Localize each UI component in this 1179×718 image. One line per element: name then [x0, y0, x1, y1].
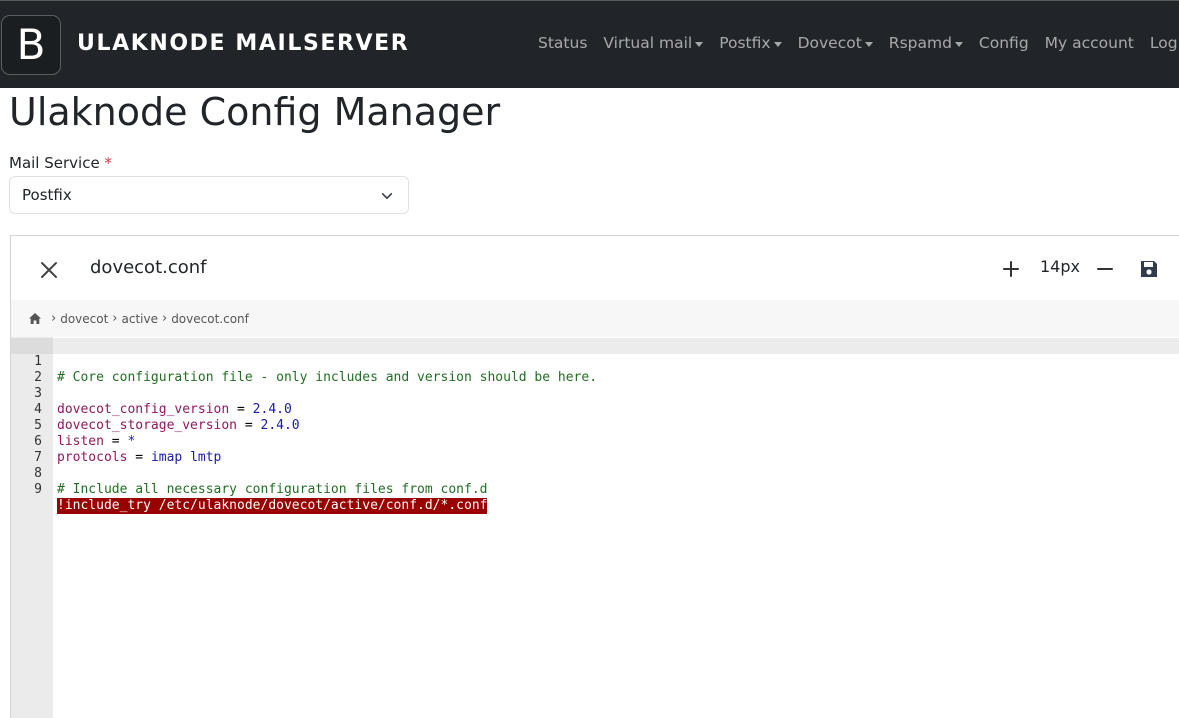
mail-service-select[interactable]: Postfix	[9, 176, 409, 214]
chevron-right-icon: ›	[112, 311, 118, 326]
plus-icon[interactable]	[1001, 259, 1021, 279]
code-error-highlight: !include_try /etc/ulaknode/dovecot/activ…	[57, 498, 488, 514]
code-editor[interactable]: 1 # Core configuration file - only inclu…	[11, 337, 1179, 718]
nav-my-account-label: My account	[1044, 34, 1134, 52]
caret-down-icon	[954, 41, 963, 47]
code-line[interactable]: 4 dovecot_storage_version = 2.4.0	[11, 386, 299, 433]
code-key: dovecot_storage_version	[57, 418, 238, 433]
code-value: 2.4.0	[260, 418, 300, 433]
code-line[interactable]: 8 # Include all necessary configuration …	[11, 450, 487, 497]
nav-config[interactable]: Config	[979, 34, 1029, 52]
code-line[interactable]: 6 protocols = imap lmtp	[11, 418, 221, 465]
code-key: listen	[57, 434, 104, 449]
save-icon[interactable]	[1138, 258, 1160, 280]
nav-postfix[interactable]: Postfix	[719, 34, 782, 52]
nav-log-out-label: Log out	[1149, 34, 1179, 52]
code-key: protocols	[57, 450, 128, 465]
code-line[interactable]: 3 dovecot_config_version = 2.4.0	[11, 370, 292, 417]
code-value: 2.4.0	[252, 402, 292, 417]
mail-service-selected-value: Postfix	[22, 186, 72, 204]
code-line[interactable]: 1 # Core configuration file - only inclu…	[11, 338, 597, 385]
nav-log-out[interactable]: Log out	[1150, 34, 1179, 52]
active-line-highlight	[53, 338, 1179, 354]
code-operator: =	[237, 418, 261, 433]
code-value: imap lmtp	[150, 450, 222, 465]
nav-rspamd-label: Rspamd	[888, 34, 952, 52]
nav-status-label: Status	[538, 34, 588, 52]
code-value: *	[127, 434, 136, 449]
chevron-right-icon: ›	[51, 311, 57, 326]
code-text: protocols = imap lmtp	[57, 450, 221, 466]
nav-dovecot[interactable]: Dovecot	[798, 34, 873, 52]
page-title: Ulaknode Config Manager	[9, 90, 501, 134]
editor-card: dovecot.conf 14px › dovecot › active › d…	[10, 235, 1179, 718]
line-number: 9	[34, 482, 42, 497]
chevron-down-icon	[381, 193, 393, 199]
caret-down-icon	[864, 41, 873, 47]
code-text: listen = *	[57, 434, 135, 450]
caret-down-icon	[695, 41, 704, 47]
code-comment: # Include all necessary configuration fi…	[57, 482, 488, 497]
breadcrumb-item[interactable]: dovecot.conf	[171, 312, 249, 326]
code-operator: =	[229, 402, 253, 417]
code-text: dovecot_config_version = 2.4.0	[57, 402, 292, 418]
nav-config-label: Config	[978, 34, 1029, 52]
code-key: dovecot_config_version	[57, 402, 230, 417]
code-line[interactable]: 5 listen = *	[11, 402, 135, 449]
editor-header: dovecot.conf 14px	[11, 236, 1179, 300]
code-text: dovecot_storage_version = 2.4.0	[57, 418, 300, 434]
required-mark: *	[104, 154, 112, 172]
code-operator: =	[127, 450, 151, 465]
breadcrumb-item[interactable]: dovecot	[60, 312, 108, 326]
brand-name[interactable]: ULAKNODE MAILSERVER	[77, 31, 409, 56]
code-comment: # Core configuration file - only include…	[57, 370, 598, 385]
code-line[interactable]: 9 !include_try /etc/ulaknode/dovecot/act…	[11, 466, 488, 514]
code-operator: =	[103, 434, 128, 449]
mail-service-label: Mail Service *	[9, 154, 112, 172]
navbar: B ULAKNODE MAILSERVER Status Virtual mai…	[0, 0, 1179, 88]
nav-virtual-mail[interactable]: Virtual mail	[603, 34, 704, 52]
font-size-value: 14px	[1040, 257, 1080, 276]
nav-my-account[interactable]: My account	[1045, 34, 1134, 52]
brand-logo[interactable]: B	[1, 15, 61, 75]
file-name: dovecot.conf	[90, 257, 207, 278]
close-icon[interactable]	[37, 258, 61, 282]
nav-rspamd[interactable]: Rspamd	[889, 34, 963, 52]
nav-postfix-label: Postfix	[719, 34, 771, 52]
caret-down-icon	[773, 41, 782, 47]
chevron-right-icon: ›	[161, 311, 168, 326]
home-icon[interactable]	[28, 312, 42, 325]
breadcrumb-item[interactable]: active	[122, 312, 158, 326]
nav-virtual-mail-label: Virtual mail	[603, 34, 693, 52]
code-line[interactable]: 2	[11, 354, 58, 385]
breadcrumb: › dovecot › active › dovecot.conf	[11, 300, 1179, 337]
main-nav: Status Virtual mail Postfix Dovecot Rspa…	[538, 34, 1179, 52]
nav-dovecot-label: Dovecot	[797, 34, 862, 52]
nav-status[interactable]: Status	[538, 34, 587, 52]
code-line[interactable]: 7	[11, 434, 58, 465]
minus-icon[interactable]	[1095, 259, 1115, 279]
mail-service-label-text: Mail Service	[9, 154, 100, 172]
